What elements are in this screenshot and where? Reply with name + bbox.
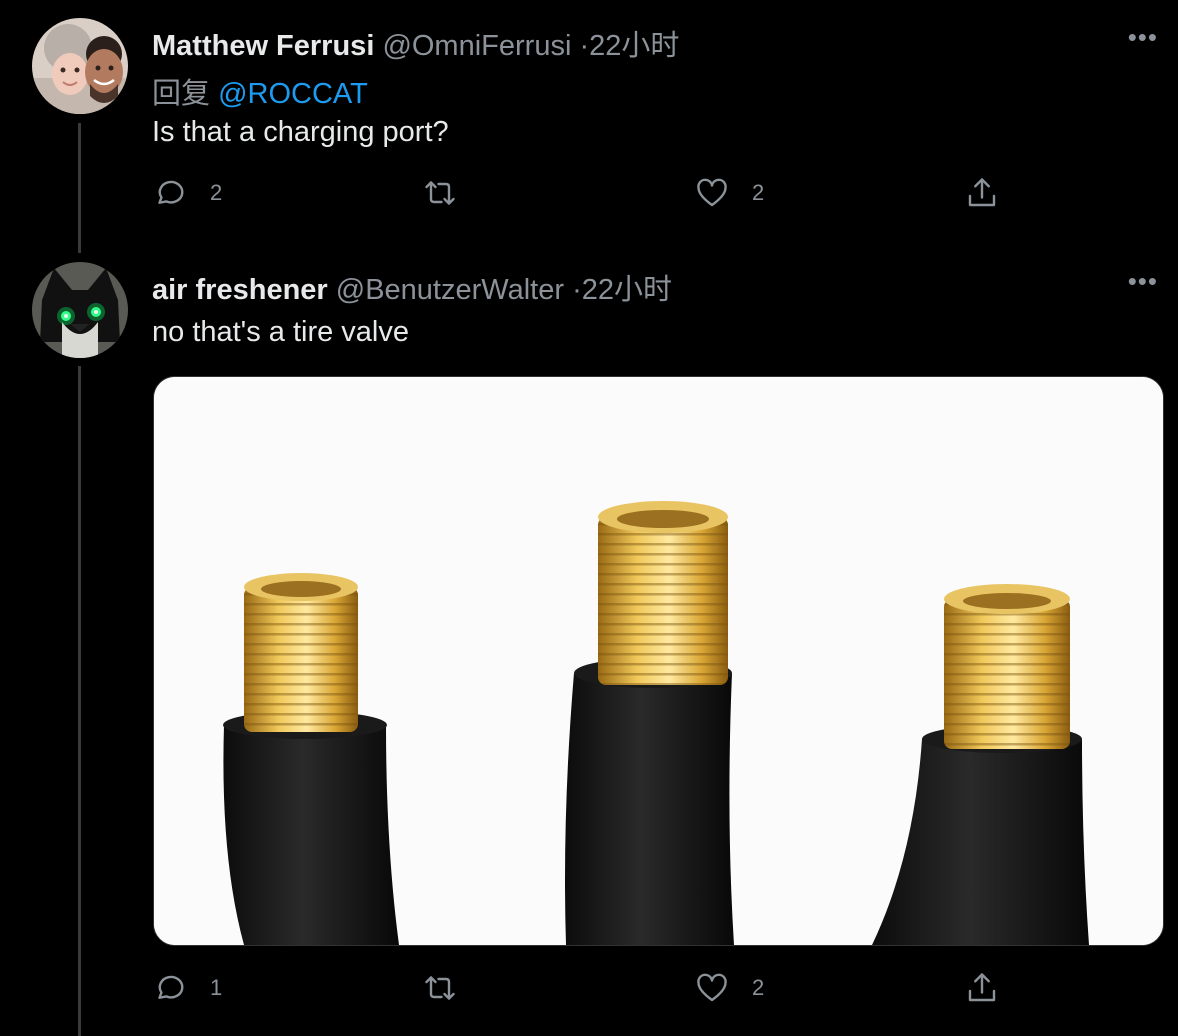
tweet-header: air freshener @BenutzerWalter ·22小时 xyxy=(152,266,672,308)
tweet-actions: 1 2 xyxy=(152,970,1032,1010)
share-icon xyxy=(968,178,996,207)
retweet-button[interactable] xyxy=(422,970,480,1006)
reply-icon xyxy=(158,975,184,999)
reply-button[interactable]: 1 xyxy=(152,970,222,1006)
reply-mention-link[interactable]: @ROCCAT xyxy=(218,78,368,110)
separator-dot: · xyxy=(579,30,590,62)
separator-dot: · xyxy=(572,274,582,306)
author-name[interactable]: Matthew Ferrusi xyxy=(152,30,374,62)
heart-icon xyxy=(697,973,727,1002)
tweet-header: Matthew Ferrusi @OmniFerrusi ·22小时 xyxy=(152,22,679,64)
retweet-icon xyxy=(425,181,455,205)
reply-prefix: 回复 xyxy=(152,78,211,110)
retweet-icon xyxy=(425,976,455,1000)
like-button[interactable]: 2 xyxy=(694,970,764,1006)
thread-line xyxy=(78,366,81,1036)
thread-line xyxy=(78,123,81,253)
like-button[interactable]: 2 xyxy=(694,175,764,211)
like-count: 2 xyxy=(752,180,765,205)
like-count: 2 xyxy=(752,975,765,1000)
heart-icon xyxy=(697,178,727,207)
timestamp[interactable]: 22小时 xyxy=(582,274,672,306)
avatar[interactable] xyxy=(32,18,128,114)
tweet-actions: 2 2 xyxy=(152,175,1032,215)
author-handle[interactable]: @BenutzerWalter xyxy=(336,274,564,306)
reply-button[interactable]: 2 xyxy=(152,175,222,211)
retweet-button[interactable] xyxy=(422,175,480,211)
reply-count: 1 xyxy=(210,975,223,1000)
tweet-text: no that's a tire valve xyxy=(152,316,410,348)
author-name[interactable]: air freshener xyxy=(152,274,328,306)
share-icon xyxy=(968,973,996,1002)
share-button[interactable] xyxy=(964,970,1000,1006)
author-handle[interactable]: @OmniFerrusi xyxy=(382,30,571,62)
tweet-text: Is that a charging port? xyxy=(152,116,449,148)
timestamp[interactable]: 22小时 xyxy=(589,30,679,62)
more-options-icon[interactable]: ••• xyxy=(1128,266,1158,297)
reply-count: 2 xyxy=(210,180,223,205)
more-options-icon[interactable]: ••• xyxy=(1128,22,1158,53)
avatar[interactable] xyxy=(32,262,128,358)
reply-icon xyxy=(158,180,184,204)
media-photo[interactable] xyxy=(153,376,1164,946)
replying-to: 回复 @ROCCAT xyxy=(152,70,368,112)
tire-valves-photo xyxy=(154,377,1163,945)
share-button[interactable] xyxy=(964,175,1000,211)
